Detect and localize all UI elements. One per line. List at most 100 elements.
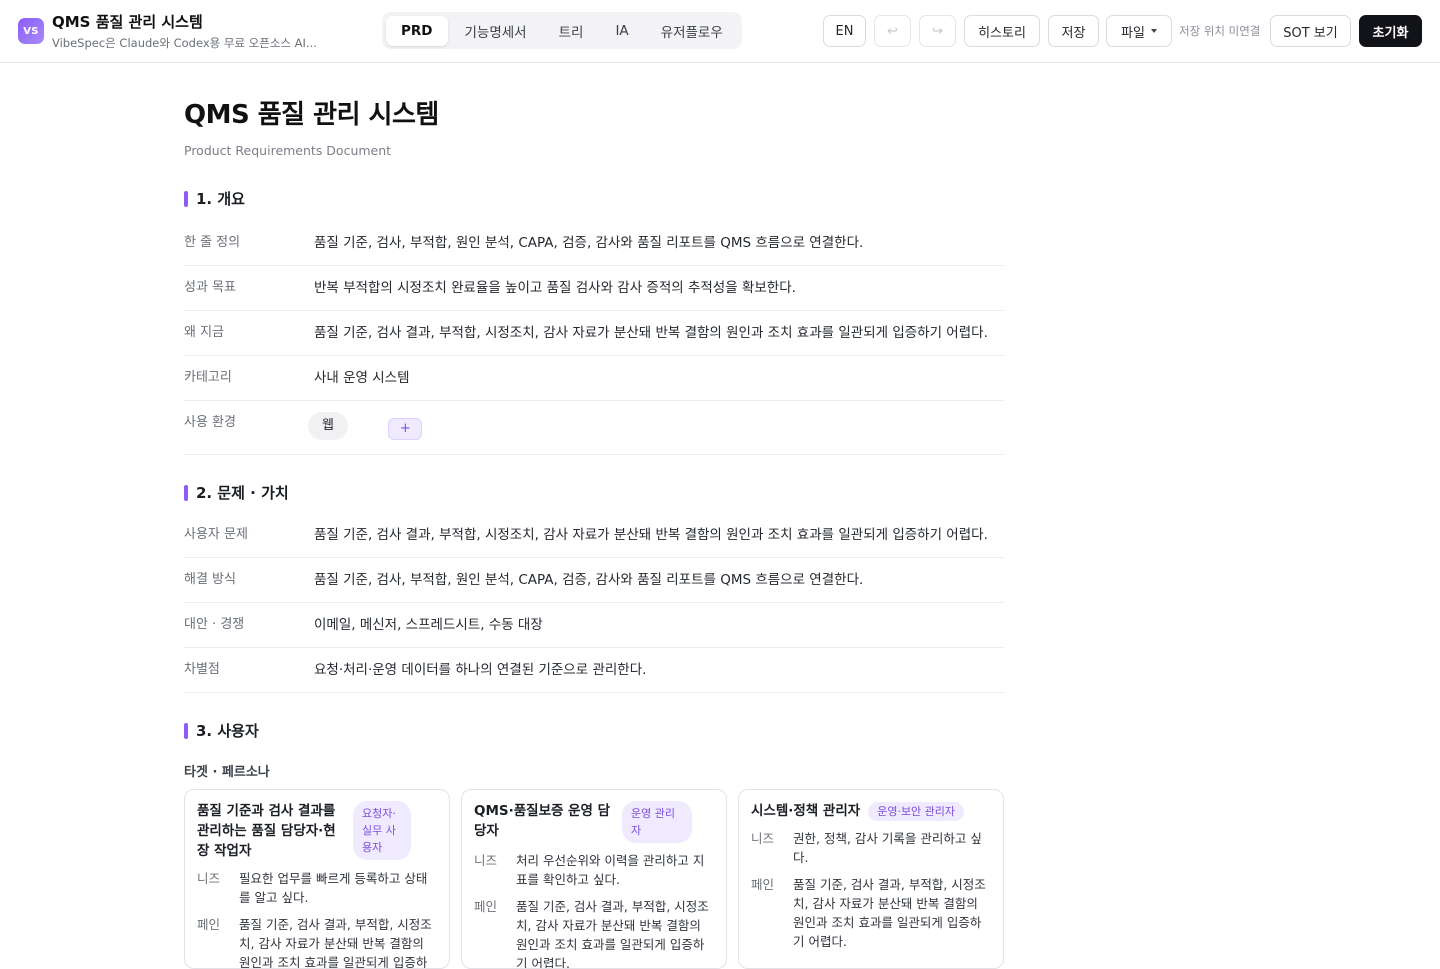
- persona-header: 품질 기준과 검사 결과를 관리하는 품질 담당자·현장 작업자 요청자·실무 …: [197, 801, 437, 861]
- persona-needs-text: 필요한 업무를 빠르게 등록하고 상태를 알고 싶다.: [239, 871, 428, 905]
- app-title: QMS 품질 관리 시스템: [52, 13, 203, 31]
- persona-pain-label: 페인: [197, 917, 221, 932]
- field-label: 사용 환경: [184, 415, 236, 430]
- field-row: 카테고리 사내 운영 시스템: [184, 356, 1004, 401]
- section-overview: 1. 개요 한 줄 정의 품질 기준, 검사, 부적합, 원인 분석, CAPA…: [184, 188, 1004, 455]
- section-heading-text: 3. 사용자: [196, 722, 259, 740]
- tab-ia[interactable]: IA: [600, 16, 643, 46]
- section-heading: 3. 사용자: [184, 720, 1004, 741]
- undo-button[interactable]: ↩: [874, 15, 911, 47]
- field-row: 한 줄 정의 품질 기준, 검사, 부적합, 원인 분석, CAPA, 검증, …: [184, 226, 1004, 266]
- field-label: 카테고리: [184, 370, 232, 385]
- tab-user-flow[interactable]: 유저플로우: [646, 16, 738, 46]
- field-row: 왜 지금 품질 기준, 검사 결과, 부적합, 시정조치, 감사 자료가 분산돼…: [184, 311, 1004, 356]
- persona-header: 시스템·정책 관리자 운영·보안 관리자: [751, 801, 991, 821]
- chevron-down-icon: [1150, 29, 1157, 33]
- persona-card[interactable]: 시스템·정책 관리자 운영·보안 관리자 니즈 권한, 정책, 감사 기록을 관…: [738, 789, 1004, 969]
- save-button[interactable]: 저장: [1048, 15, 1099, 47]
- field-row: 차별점 요청·처리·운영 데이터를 하나의 연결된 기준으로 관리한다.: [184, 648, 1004, 693]
- persona-name: QMS·품질보증 운영 담당자: [474, 803, 611, 839]
- app-subtitle: VibeSpec은 Claude와 Codex용 무료 오픈소스 AI...: [52, 36, 317, 50]
- section-problem-value: 2. 문제 · 가치 사용자 문제 품질 기준, 검사 결과, 부적합, 시정조…: [184, 482, 1004, 693]
- history-button[interactable]: 히스토리: [964, 15, 1040, 47]
- field-value[interactable]: 이메일, 메신저, 스프레드시트, 수동 대장: [314, 614, 1004, 636]
- persona-role-badge: 운영 관리자: [622, 801, 692, 843]
- field-value[interactable]: 품질 기준, 검사 결과, 부적합, 시정조치, 감사 자료가 분산돼 반복 결…: [314, 322, 1004, 344]
- section-users: 3. 사용자 타겟 · 페르소나 품질 기준과 검사 결과를 관리하는 품질 담…: [184, 720, 1004, 969]
- field-value[interactable]: 요청·처리·운영 데이터를 하나의 연결된 기준으로 관리한다.: [314, 659, 1004, 681]
- section-heading-text: 2. 문제 · 가치: [196, 484, 289, 502]
- persona-needs-text: 권한, 정책, 감사 기록을 관리하고 싶다.: [793, 831, 982, 865]
- sot-view-button[interactable]: SOT 보기: [1270, 15, 1351, 47]
- persona-pain-text: 품질 기준, 검사 결과, 부적합, 시정조치, 감사 자료가 분산돼 반복 결…: [516, 899, 709, 969]
- problem-fields: 사용자 문제 품질 기준, 검사 결과, 부적합, 시정조치, 감사 자료가 분…: [184, 519, 1004, 693]
- undo-icon: ↩: [887, 23, 898, 39]
- persona-needs-label: 니즈: [474, 853, 498, 868]
- persona-role-badge: 운영·보안 관리자: [868, 801, 965, 821]
- persona-pain: 페인 품질 기준, 검사 결과, 부적합, 시정조치, 감사 자료가 분산돼 반…: [197, 915, 437, 969]
- file-menu-label: 파일: [1121, 25, 1145, 41]
- field-value[interactable]: 품질 기준, 검사, 부적합, 원인 분석, CAPA, 검증, 감사와 품질 …: [314, 232, 1004, 254]
- field-label: 한 줄 정의: [184, 235, 241, 250]
- top-bar: VS QMS 품질 관리 시스템 VibeSpec은 Claude와 Codex…: [0, 0, 1440, 63]
- tab-prd[interactable]: PRD: [386, 15, 448, 46]
- environment-chips: 웹 +: [308, 412, 1004, 440]
- persona-pain: 페인 품질 기준, 검사 결과, 부적합, 시정조치, 감사 자료가 분산돼 반…: [751, 875, 991, 951]
- field-value[interactable]: 품질 기준, 검사, 부적합, 원인 분석, CAPA, 검증, 감사와 품질 …: [314, 569, 1004, 591]
- field-row: 대안 · 경쟁 이메일, 메신저, 스프레드시트, 수동 대장: [184, 603, 1004, 648]
- persona-pain-label: 페인: [474, 899, 498, 914]
- field-row: 사용자 문제 품질 기준, 검사 결과, 부적합, 시정조치, 감사 자료가 분…: [184, 519, 1004, 558]
- overview-fields: 한 줄 정의 품질 기준, 검사, 부적합, 원인 분석, CAPA, 검증, …: [184, 226, 1004, 455]
- persona-needs-label: 니즈: [197, 871, 221, 886]
- tab-tree[interactable]: 트리: [544, 16, 599, 46]
- app-logo: VS: [18, 18, 44, 44]
- file-menu-button[interactable]: 파일: [1106, 15, 1172, 47]
- persona-needs-label: 니즈: [751, 831, 775, 846]
- field-label: 차별점: [184, 662, 220, 677]
- field-value[interactable]: 품질 기준, 검사 결과, 부적합, 시정조치, 감사 자료가 분산돼 반복 결…: [314, 524, 1004, 546]
- add-environment-button[interactable]: +: [388, 418, 423, 440]
- section-heading: 1. 개요: [184, 188, 1004, 209]
- persona-needs: 니즈 필요한 업무를 빠르게 등록하고 상태를 알고 싶다.: [197, 869, 437, 907]
- persona-pain: 페인 품질 기준, 검사 결과, 부적합, 시정조치, 감사 자료가 분산돼 반…: [474, 897, 714, 969]
- persona-needs: 니즈 처리 우선순위와 이력을 관리하고 지표를 확인하고 싶다.: [474, 851, 714, 889]
- field-value[interactable]: 사내 운영 시스템: [314, 367, 1004, 389]
- persona-needs-text: 처리 우선순위와 이력을 관리하고 지표를 확인하고 싶다.: [516, 853, 705, 887]
- section-accent-bar: [184, 190, 188, 207]
- tab-feature-spec[interactable]: 기능명세서: [450, 16, 542, 46]
- section-heading: 2. 문제 · 가치: [184, 482, 1004, 503]
- prd-document: QMS 품질 관리 시스템 Product Requirements Docum…: [184, 63, 1004, 969]
- redo-button[interactable]: ↪: [919, 15, 956, 47]
- persona-name: 품질 기준과 검사 결과를 관리하는 품질 담당자·현장 작업자: [197, 803, 336, 859]
- save-location-status: 저장 위치 미연결: [1179, 24, 1261, 38]
- language-toggle-button[interactable]: EN: [823, 15, 866, 47]
- field-label: 대안 · 경쟁: [184, 617, 245, 632]
- field-label: 성과 목표: [184, 280, 236, 295]
- field-label: 해결 방식: [184, 572, 236, 587]
- redo-icon: ↪: [932, 23, 943, 39]
- persona-card[interactable]: 품질 기준과 검사 결과를 관리하는 품질 담당자·현장 작업자 요청자·실무 …: [184, 789, 450, 969]
- document-subtitle: Product Requirements Document: [184, 143, 392, 158]
- persona-header: QMS·품질보증 운영 담당자 운영 관리자: [474, 801, 714, 843]
- field-value[interactable]: 반복 부적합의 시정조치 완료율을 높이고 품질 검사와 감사 증적의 추적성을…: [314, 277, 1004, 299]
- persona-cards: 품질 기준과 검사 결과를 관리하는 품질 담당자·현장 작업자 요청자·실무 …: [184, 789, 1004, 969]
- view-tabs: PRD 기능명세서 트리 IA 유저플로우: [382, 12, 742, 49]
- document-title: QMS 품질 관리 시스템: [184, 100, 439, 130]
- reset-button[interactable]: 초기화: [1359, 15, 1422, 47]
- section-heading-text: 1. 개요: [196, 190, 245, 208]
- persona-needs: 니즈 권한, 정책, 감사 기록을 관리하고 싶다.: [751, 829, 991, 867]
- field-label: 왜 지금: [184, 325, 225, 340]
- section-accent-bar: [184, 484, 188, 501]
- persona-pain-label: 페인: [751, 877, 775, 892]
- section-accent-bar: [184, 722, 188, 739]
- field-row: 성과 목표 반복 부적합의 시정조치 완료율을 높이고 품질 검사와 감사 증적…: [184, 266, 1004, 311]
- field-row: 해결 방식 품질 기준, 검사, 부적합, 원인 분석, CAPA, 검증, 감…: [184, 558, 1004, 603]
- field-label: 사용자 문제: [184, 527, 248, 542]
- persona-pain-text: 품질 기준, 검사 결과, 부적합, 시정조치, 감사 자료가 분산돼 반복 결…: [239, 917, 432, 969]
- persona-pain-text: 품질 기준, 검사 결과, 부적합, 시정조치, 감사 자료가 분산돼 반복 결…: [793, 877, 986, 949]
- persona-role-badge: 요청자·실무 사용자: [353, 801, 411, 860]
- environment-chip[interactable]: 웹: [308, 412, 348, 440]
- persona-card[interactable]: QMS·품질보증 운영 담당자 운영 관리자 니즈 처리 우선순위와 이력을 관…: [461, 789, 727, 969]
- persona-subheading: 타겟 · 페르소나: [184, 765, 270, 780]
- persona-name: 시스템·정책 관리자: [751, 803, 861, 819]
